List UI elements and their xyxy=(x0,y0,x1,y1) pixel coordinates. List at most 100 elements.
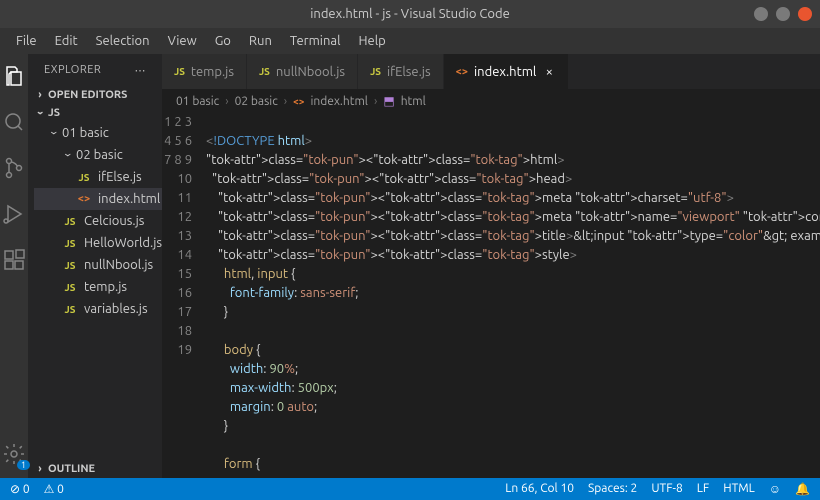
chevron-down-icon: › xyxy=(61,149,75,161)
close-icon[interactable]: × xyxy=(542,65,556,79)
crumb[interactable]: html xyxy=(401,95,426,108)
warnings-indicator[interactable]: ⚠ 0 xyxy=(44,482,64,496)
extensions-icon[interactable] xyxy=(0,246,28,274)
menu-selection[interactable]: Selection xyxy=(88,31,158,51)
js-file-icon: JS xyxy=(174,66,185,77)
status-bar: ⊘ 0 ⚠ 0 Ln 66, Col 10 Spaces: 2 UTF-8 LF… xyxy=(0,478,820,500)
menu-run[interactable]: Run xyxy=(241,31,280,51)
workspace-section[interactable]: › JS xyxy=(28,104,162,122)
tab-label: temp.js xyxy=(191,65,234,79)
code-content[interactable]: <!DOCTYPE html> "tok-attr">class="tok-pu… xyxy=(206,113,820,478)
breadcrumbs[interactable]: 01 basic › 02 basic › <> index.html › ⬒ … xyxy=(162,89,820,113)
file-label: HelloWorld.js xyxy=(84,236,162,250)
crumb[interactable]: index.html xyxy=(310,95,368,108)
chevron-right-icon: › xyxy=(374,95,377,108)
maximize-button[interactable] xyxy=(776,7,790,21)
tab-index-html[interactable]: <> index.html × xyxy=(444,54,570,89)
tab-label: ifElse.js xyxy=(387,65,431,79)
chevron-right-icon: › xyxy=(34,89,46,101)
html-file-icon: <> xyxy=(456,66,468,78)
chevron-right-icon: › xyxy=(284,95,287,108)
code-editor[interactable]: 1 2 3 4 5 6 7 8 9 10 11 12 13 14 15 16 1… xyxy=(162,113,820,478)
sidebar-more-icon[interactable]: ⋯ xyxy=(135,64,147,77)
source-control-icon[interactable] xyxy=(0,154,28,182)
chevron-right-icon: › xyxy=(34,463,46,475)
window-controls xyxy=(754,7,812,21)
js-file-icon: JS xyxy=(62,304,78,315)
sidebar: EXPLORER ⋯ › OPEN EDITORS › JS › 01 basi… xyxy=(28,54,162,478)
menu-help[interactable]: Help xyxy=(350,31,393,51)
js-file-icon: JS xyxy=(259,66,270,77)
feedback-icon[interactable]: ☺ xyxy=(769,482,781,496)
js-file-icon: JS xyxy=(62,282,78,293)
folder-label: 01 basic xyxy=(62,126,109,140)
file-item[interactable]: JS Celcious.js xyxy=(34,210,162,232)
run-debug-icon[interactable] xyxy=(0,200,28,228)
file-item[interactable]: JS temp.js xyxy=(34,276,162,298)
file-label: nullNbool.js xyxy=(84,258,153,272)
js-file-icon: JS xyxy=(370,66,381,77)
crumb[interactable]: 02 basic xyxy=(235,95,278,108)
menu-go[interactable]: Go xyxy=(207,31,239,51)
indentation[interactable]: Spaces: 2 xyxy=(588,482,637,496)
language-mode[interactable]: HTML xyxy=(723,482,755,496)
chevron-down-icon: › xyxy=(47,127,61,139)
chevron-right-icon: › xyxy=(225,95,228,108)
file-item[interactable]: JS ifElse.js xyxy=(34,166,162,188)
section-label: JS xyxy=(48,107,60,119)
file-item[interactable]: JS variables.js xyxy=(34,298,162,320)
tab-ifelse-js[interactable]: JS ifElse.js xyxy=(358,54,444,89)
tab-label: index.html xyxy=(474,65,536,79)
folder-item[interactable]: › 02 basic xyxy=(34,144,162,166)
section-label: OPEN EDITORS xyxy=(48,89,127,101)
file-item[interactable]: <> index.html xyxy=(34,188,162,210)
file-label: ifElse.js xyxy=(98,170,142,184)
file-label: variables.js xyxy=(84,302,148,316)
sidebar-title: EXPLORER ⋯ xyxy=(28,54,162,86)
encoding[interactable]: UTF-8 xyxy=(651,482,682,496)
eol[interactable]: LF xyxy=(697,482,709,496)
line-numbers: 1 2 3 4 5 6 7 8 9 10 11 12 13 14 15 16 1… xyxy=(162,113,206,478)
cursor-position[interactable]: Ln 66, Col 10 xyxy=(505,482,574,496)
file-item[interactable]: JS nullNbool.js xyxy=(34,254,162,276)
tab-label: nullNbool.js xyxy=(276,65,345,79)
menu-terminal[interactable]: Terminal xyxy=(282,31,349,51)
window-title: index.html - js - Visual Studio Code xyxy=(310,7,510,21)
folder-label: 02 basic xyxy=(76,148,123,162)
errors-indicator[interactable]: ⊘ 0 xyxy=(10,482,30,496)
sidebar-title-label: EXPLORER xyxy=(44,64,101,76)
activity-bar: 1 xyxy=(0,54,28,478)
file-item[interactable]: JS HelloWorld.js xyxy=(34,232,162,254)
section-label: OUTLINE xyxy=(48,463,95,475)
html-file-icon: <> xyxy=(293,96,304,107)
editor-area: JS temp.js JS nullNbool.js JS ifElse.js … xyxy=(162,54,820,478)
folder-item[interactable]: › 01 basic xyxy=(34,122,162,144)
file-label: temp.js xyxy=(84,280,127,294)
outline-section[interactable]: › OUTLINE xyxy=(28,460,162,478)
settings-icon[interactable]: 1 xyxy=(0,440,28,468)
js-file-icon: JS xyxy=(76,172,92,183)
file-label: index.html xyxy=(98,192,160,206)
symbol-icon: ⬒ xyxy=(383,94,394,108)
explorer-icon[interactable] xyxy=(0,62,28,90)
settings-badge: 1 xyxy=(17,460,30,470)
menu-view[interactable]: View xyxy=(160,31,205,51)
open-editors-section[interactable]: › OPEN EDITORS xyxy=(28,86,162,104)
menu-file[interactable]: File xyxy=(8,31,45,51)
js-file-icon: JS xyxy=(62,238,78,249)
search-icon[interactable] xyxy=(0,108,28,136)
titlebar: index.html - js - Visual Studio Code xyxy=(0,0,820,28)
menu-edit[interactable]: Edit xyxy=(47,31,86,51)
close-button[interactable] xyxy=(798,7,812,21)
crumb[interactable]: 01 basic xyxy=(176,95,219,108)
html-file-icon: <> xyxy=(76,193,92,205)
chevron-down-icon: › xyxy=(34,107,46,119)
tab-nullnbool-js[interactable]: JS nullNbool.js xyxy=(247,54,358,89)
tab-bar: JS temp.js JS nullNbool.js JS ifElse.js … xyxy=(162,54,820,89)
file-label: Celcious.js xyxy=(84,214,144,228)
minimize-button[interactable] xyxy=(754,7,768,21)
js-file-icon: JS xyxy=(62,260,78,271)
tab-temp-js[interactable]: JS temp.js xyxy=(162,54,247,89)
menubar: File Edit Selection View Go Run Terminal… xyxy=(0,28,820,54)
notifications-icon[interactable]: 🔔 xyxy=(795,482,810,496)
